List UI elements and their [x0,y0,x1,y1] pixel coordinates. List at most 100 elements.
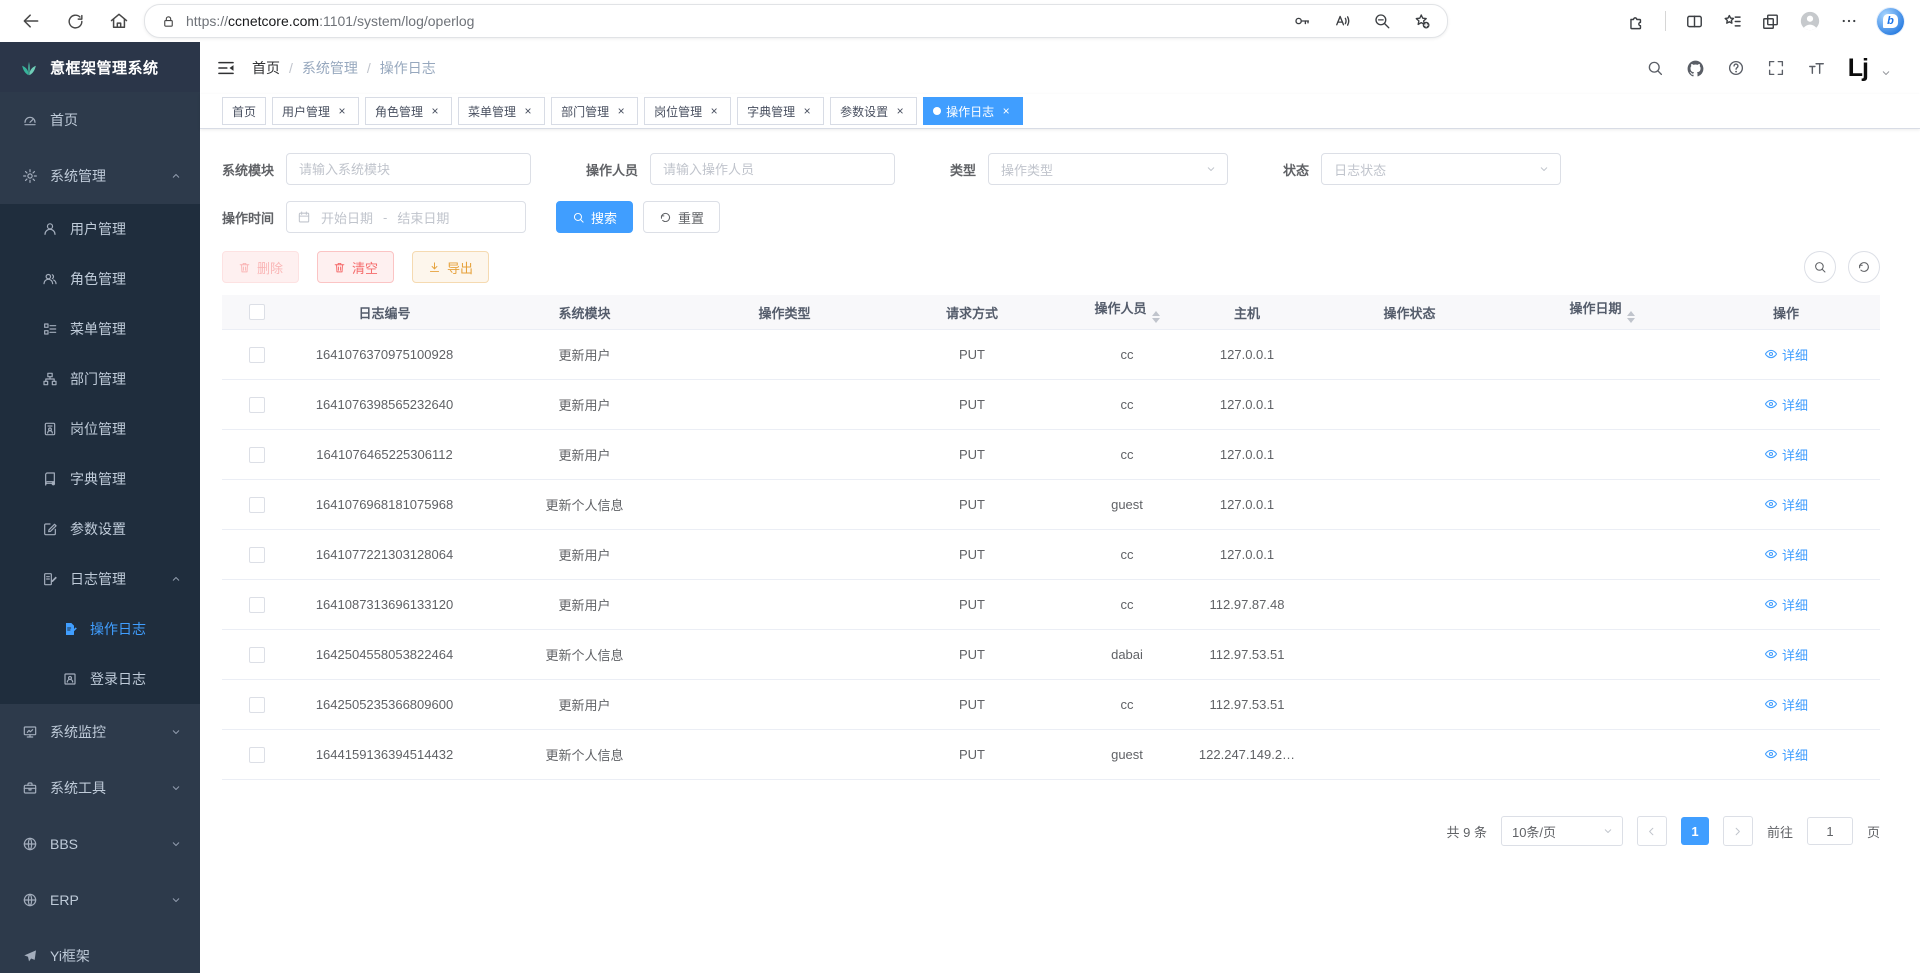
close-icon[interactable]: × [335,104,349,118]
detail-link[interactable]: 详细 [1764,695,1808,714]
page-number-button[interactable]: 1 [1681,817,1709,845]
fullscreen-icon[interactable] [1767,59,1785,77]
github-icon[interactable] [1686,59,1705,78]
sidebar-item-user-mgmt[interactable]: 用户管理 [0,204,200,254]
collections-icon[interactable] [1761,12,1780,31]
profile-avatar[interactable] [1799,10,1821,32]
copilot-icon[interactable]: b [1877,8,1904,35]
close-icon[interactable]: × [614,104,628,118]
read-aloud-icon[interactable] [1333,12,1351,30]
user-logo[interactable]: Lj [1848,56,1868,81]
search-button[interactable]: 搜索 [556,201,633,233]
user-menu-caret-icon[interactable] [1880,67,1892,79]
split-screen-icon[interactable] [1685,12,1704,31]
tab-dict-mgmt[interactable]: 字典管理× [737,97,824,125]
password-key-icon[interactable] [1293,12,1311,30]
sidebar-item-system-tools[interactable]: 系统工具 [0,760,200,816]
lock-icon[interactable] [161,14,176,29]
sidebar-item-erp[interactable]: ERP [0,872,200,928]
sort-carets[interactable] [1627,307,1635,327]
extensions-icon[interactable] [1627,12,1646,31]
tab-home[interactable]: 首页 [222,97,266,125]
column-header-7[interactable]: 操作日期 [1512,295,1692,330]
tab-post-mgmt[interactable]: 岗位管理× [644,97,731,125]
row-checkbox[interactable] [249,397,265,413]
browser-home-button[interactable] [104,6,134,36]
tab-oper-log[interactable]: 操作日志× [923,97,1023,125]
sidebar-item-yi-framework[interactable]: Yi框架 [0,928,200,973]
tab-user-mgmt[interactable]: 用户管理× [272,97,359,125]
prev-page-button[interactable] [1637,816,1667,846]
sidebar-item-home[interactable]: 首页 [0,92,200,148]
close-icon[interactable]: × [893,104,907,118]
row-checkbox[interactable] [249,597,265,613]
close-icon[interactable]: × [800,104,814,118]
help-icon[interactable] [1727,59,1745,77]
row-checkbox[interactable] [249,747,265,763]
row-checkbox[interactable] [249,647,265,663]
sidebar-item-param-settings[interactable]: 参数设置 [0,504,200,554]
sidebar-item-oper-log[interactable]: 操作日志 [0,604,200,654]
tab-role-mgmt[interactable]: 角色管理× [365,97,452,125]
sidebar-item-dept-mgmt[interactable]: 部门管理 [0,354,200,404]
goto-page-input[interactable] [1807,817,1853,845]
select-all-checkbox[interactable] [249,304,265,320]
sidebar-item-role-mgmt[interactable]: 角色管理 [0,254,200,304]
detail-link[interactable]: 详细 [1764,645,1808,664]
export-button[interactable]: 导出 [412,251,489,283]
tab-dept-mgmt[interactable]: 部门管理× [551,97,638,125]
refresh-table-button[interactable] [1848,251,1880,283]
row-checkbox[interactable] [249,497,265,513]
tab-param-settings[interactable]: 参数设置× [830,97,917,125]
toggle-search-button[interactable] [1804,251,1836,283]
sidebar-item-bbs[interactable]: BBS [0,816,200,872]
close-icon[interactable]: × [521,104,535,118]
row-checkbox[interactable] [249,347,265,363]
reset-button[interactable]: 重置 [643,201,720,233]
page-size-select[interactable]: 10条/页 [1501,816,1623,846]
sidebar-item-log-mgmt[interactable]: 日志管理 [0,554,200,604]
browser-back-button[interactable] [16,6,46,36]
browser-refresh-button[interactable] [60,6,90,36]
close-icon[interactable]: × [999,104,1013,118]
detail-link[interactable]: 详细 [1764,445,1808,464]
sidebar-item-post-mgmt[interactable]: 岗位管理 [0,404,200,454]
zoom-out-icon[interactable] [1373,12,1391,30]
address-bar[interactable]: https://ccnetcore.com:1101/system/log/op… [144,4,1448,38]
font-size-icon[interactable] [1807,59,1826,78]
browser-menu-icon[interactable] [1840,12,1858,30]
hamburger-icon[interactable] [216,58,236,78]
sort-carets[interactable] [1152,307,1160,327]
row-checkbox[interactable] [249,697,265,713]
close-icon[interactable]: × [707,104,721,118]
column-header-4[interactable]: 操作人员 [1067,295,1187,330]
row-checkbox[interactable] [249,447,265,463]
type-select[interactable]: 操作类型 [988,153,1228,185]
breadcrumb-home[interactable]: 首页 [252,58,280,78]
detail-link[interactable]: 详细 [1764,345,1808,364]
detail-link[interactable]: 详细 [1764,395,1808,414]
sidebar-item-system-mgmt[interactable]: 系统管理 [0,148,200,204]
sidebar-item-dict-mgmt[interactable]: 字典管理 [0,454,200,504]
delete-button[interactable]: 删除 [222,251,299,283]
detail-link[interactable]: 详细 [1764,545,1808,564]
detail-link[interactable]: 详细 [1764,595,1808,614]
sidebar-item-login-log[interactable]: 登录日志 [0,654,200,704]
search-icon[interactable] [1646,59,1664,77]
operator-input[interactable] [650,153,895,185]
favorites-bar-icon[interactable] [1723,12,1742,31]
sidebar-item-menu-mgmt[interactable]: 菜单管理 [0,304,200,354]
next-page-button[interactable] [1723,816,1753,846]
date-range-picker[interactable]: 开始日期 - 结束日期 [286,201,526,233]
add-favorite-icon[interactable] [1413,12,1431,30]
detail-link[interactable]: 详细 [1764,495,1808,514]
tab-menu-mgmt[interactable]: 菜单管理× [458,97,545,125]
sidebar-item-system-monitor[interactable]: 系统监控 [0,704,200,760]
detail-link[interactable]: 详细 [1764,745,1808,764]
row-checkbox[interactable] [249,547,265,563]
clear-button[interactable]: 清空 [317,251,394,283]
status-select[interactable]: 日志状态 [1321,153,1561,185]
close-icon[interactable]: × [428,104,442,118]
module-input[interactable] [286,153,531,185]
app-logo[interactable]: 意框架管理系统 [0,42,200,92]
